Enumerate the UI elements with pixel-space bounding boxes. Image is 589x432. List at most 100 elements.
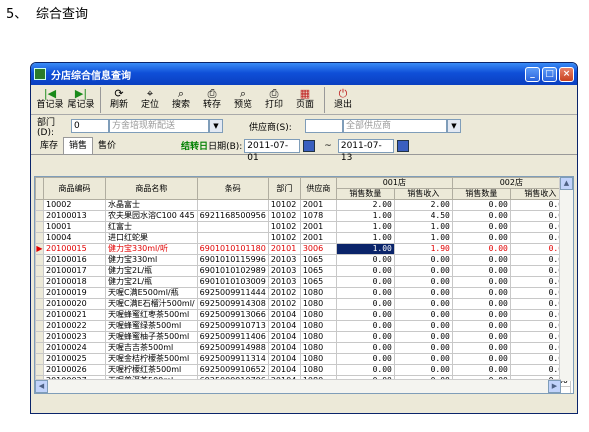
table-cell[interactable]: 红富士 [105,221,198,233]
table-cell[interactable]: 0.00 [451,243,511,255]
table-cell[interactable]: 0.00 [451,221,511,233]
table-cell[interactable] [196,232,269,244]
preview-button[interactable]: ⌕ 预览 [228,87,258,115]
vertical-scrollbar[interactable]: ▲ [559,177,573,381]
tab-inventory[interactable]: 库存 [35,138,63,154]
table-cell[interactable]: 0.00 [451,320,511,332]
table-cell[interactable]: 20104 [267,320,301,332]
table-row[interactable]: 20100020 天喔C满E石榴汁500ml/6925009914308 20102… [35,298,571,310]
table-cell[interactable]: 1080 [299,298,337,310]
table-cell[interactable]: 天喔蜂蜜绿茶500ml [105,320,198,332]
table-cell[interactable]: 1.00 [335,210,395,222]
col-header-supplier[interactable]: 供应商 [299,177,337,200]
table-cell[interactable]: 0.00 [393,331,453,343]
page-setup-button[interactable]: ▦ 页面 [290,87,320,115]
table-cell[interactable]: 20100022 [43,320,106,332]
table-cell[interactable]: 3006 [299,243,337,255]
table-cell[interactable]: 0.00 [451,210,511,222]
tab-sales[interactable]: 销售 [63,137,94,154]
exit-button[interactable]: ⏻ 退出 [328,87,358,115]
table-cell[interactable]: 20104 [267,331,301,343]
table-cell[interactable]: 6901010102989 [196,265,269,277]
table-cell[interactable]: 1065 [299,276,337,288]
col-header-dept[interactable]: 部门 [267,177,301,200]
table-row[interactable]: 20100023 天喔蜂蜜柚子茶500ml 6925009911406 20104 10… [35,331,571,343]
table-row[interactable]: 10004进口红蛇果1010220011.001.000.000.00 [35,232,571,244]
col-header-sales-qty[interactable]: 销售数量 [335,188,395,200]
table-row[interactable]: 10002水晶富士1010220012.002.000.000.00 [35,199,571,211]
table-cell[interactable]: 2.00 [335,199,395,211]
table-cell[interactable]: 0.00 [393,298,453,310]
table-cell[interactable]: 1.00 [393,221,453,233]
dept-name-input[interactable]: 方舍培现新配送 [109,119,209,133]
table-cell[interactable]: 20103 [267,265,301,277]
table-cell[interactable]: 天喔蜂蜜红枣茶500ml [105,309,198,321]
table-cell[interactable]: 1080 [299,364,337,376]
table-cell[interactable]: 0.00 [335,342,395,354]
table-cell[interactable]: 健力宝2L/瓶 [105,276,198,288]
sales-grid[interactable]: 商品编码 商品名称 条码 部门 供应商 001店 002店 销售数量 销售收入 … [34,176,574,394]
col-header-sales-qty[interactable]: 销售数量 [451,188,511,200]
minimize-button[interactable]: _ [525,66,540,82]
col-header-barcode[interactable]: 条码 [196,177,269,200]
table-cell[interactable]: 0.00 [451,276,511,288]
table-cell[interactable]: 天喔吉吉茶500ml [105,342,198,354]
supplier-code-input[interactable] [305,119,343,133]
table-cell[interactable]: 4.50 [393,210,453,222]
table-row[interactable]: 10001红富士1010220011.001.000.000.00 [35,221,571,233]
table-row[interactable]: 20100017 健力宝2L/瓶 6901010102989 20103 1065 0.0… [35,265,571,277]
table-cell[interactable]: 10004 [43,232,106,244]
table-cell[interactable]: 20100023 [43,331,106,343]
table-cell[interactable]: 1080 [299,353,337,365]
print-button[interactable]: ⎙ 打印 [259,87,289,115]
scroll-left-icon[interactable]: ◀ [35,380,48,393]
table-cell[interactable]: 天喔蜂蜜柚子茶500ml [105,331,198,343]
table-cell[interactable]: 1.00 [335,221,395,233]
table-cell[interactable]: 1065 [299,254,337,266]
table-cell[interactable]: 0.00 [393,265,453,277]
table-cell[interactable]: 1.00 [393,232,453,244]
table-cell[interactable]: 6925009913066 [196,309,269,321]
table-cell[interactable]: 20100013 [43,210,106,222]
table-cell[interactable]: 20100025 [43,353,106,365]
table-cell[interactable]: 6901010115996 [196,254,269,266]
table-cell[interactable]: 20104 [267,342,301,354]
table-row[interactable]: 20100013 农夫果园水溶C100 445 6921168500956 10102… [35,210,571,222]
table-cell[interactable]: 0.00 [335,320,395,332]
dept-dropdown-icon[interactable]: ▼ [209,119,223,133]
table-cell[interactable]: 1080 [299,331,337,343]
table-cell[interactable]: 农夫果园水溶C100 445 [105,210,198,222]
table-cell[interactable]: 6921168500956 [196,210,269,222]
table-cell[interactable]: 0.00 [335,298,395,310]
table-cell[interactable]: 0.00 [335,331,395,343]
table-cell[interactable]: 20100015 [43,243,106,255]
close-button[interactable]: × [559,66,574,82]
table-row[interactable]: 20100021 天喔蜂蜜红枣茶500ml 6925009913066 20104 10… [35,309,571,321]
supplier-name-input[interactable]: 全部供应商 [343,119,447,133]
table-cell[interactable]: 0.00 [335,287,395,299]
table-cell[interactable]: 20104 [267,353,301,365]
table-cell[interactable]: 天喔C满E石榴汁500ml/ [105,298,198,310]
table-cell[interactable]: 1.00 [335,232,395,244]
table-cell[interactable]: 0.00 [393,353,453,365]
table-cell[interactable]: 20101 [267,243,301,255]
table-cell[interactable]: 健力宝330ml/听 [105,243,198,255]
table-cell[interactable]: 20102 [267,298,301,310]
table-cell[interactable]: 0.00 [335,353,395,365]
table-cell[interactable]: 6901010101180 [196,243,269,255]
table-cell[interactable]: 0.00 [393,276,453,288]
table-cell[interactable]: 20100017 [43,265,106,277]
supplier-dropdown-icon[interactable]: ▼ [447,119,461,133]
table-cell[interactable]: 20103 [267,254,301,266]
table-cell[interactable]: 10102 [267,199,301,211]
table-row[interactable]: 20100024 天喔吉吉茶500ml 6925009914988 20104 1080… [35,342,571,354]
table-cell[interactable]: 6925009911314 [196,353,269,365]
title-bar[interactable]: 分店综合信息查询 _ □ × [31,63,577,85]
table-cell[interactable]: 1.00 [335,243,395,255]
table-cell[interactable]: 20102 [267,287,301,299]
table-cell[interactable]: 0.00 [335,265,395,277]
table-cell[interactable]: 20100018 [43,276,106,288]
first-record-button[interactable]: |◀ 首记录 [35,87,65,115]
table-cell[interactable]: 0.00 [393,320,453,332]
table-cell[interactable]: 0.00 [393,287,453,299]
